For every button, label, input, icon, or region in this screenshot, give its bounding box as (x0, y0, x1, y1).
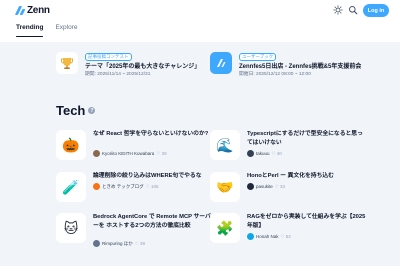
logo-text: Zenn (27, 5, 50, 16)
article-card[interactable]: 🌊 Typescriptにするだけで型安全になると思ってはいけない takuuu… (210, 130, 370, 174)
article-emoji-icon: 🎃 (56, 130, 86, 160)
article-emoji-icon: 🐱 (56, 213, 86, 243)
article-emoji-icon: 🤝 (210, 172, 240, 202)
event-card-zennfes[interactable]: ユーザーブック Zennfes5日出店 - Zennfes挑戦&5年支援前会 開… (210, 52, 362, 82)
article-meta: Rimpuring ほか ♡ 39 (93, 240, 145, 247)
zenn-logo-icon (210, 52, 232, 74)
article-card[interactable]: 🧩 RAGをゼロから実装して仕組みを学ぶ【2025年版】 Honah Nak ♡… (210, 213, 370, 257)
zenn-logo-icon (16, 6, 25, 15)
login-button[interactable]: Log in (363, 4, 389, 17)
avatar[interactable] (93, 183, 100, 190)
article-meta: ときめ テックブログ ♡ 105 (93, 183, 159, 190)
main-tabs: Trending Explore (16, 24, 78, 37)
like-count: ♡ 39 (134, 240, 146, 246)
avatar[interactable] (247, 233, 254, 240)
trophy-icon (56, 52, 78, 74)
author-name[interactable]: Honah Nak (256, 234, 279, 239)
article-emoji-icon: 🧪 (56, 172, 86, 202)
avatar[interactable] (93, 150, 100, 157)
tab-trending[interactable]: Trending (16, 24, 44, 37)
author-name[interactable]: pasukite (256, 184, 273, 189)
article-title[interactable]: HonoとPerl ー 異文化を持ち込む (247, 172, 367, 181)
author-name[interactable]: ときめ テックブログ (102, 184, 144, 190)
article-card[interactable]: 🎃 なぜ React 哲学を守らないといけないのか? Kyoriito KEII… (56, 130, 216, 174)
author-name[interactable]: Rimpuring ほか (102, 241, 133, 247)
top-header: Zenn Log in Trending Explore (0, 0, 400, 42)
event-tag: 記事投稿コンテスト (85, 53, 132, 61)
article-emoji-icon: 🧩 (210, 213, 240, 243)
section-title-tech: Tech ? (56, 103, 96, 118)
like-count: ♡ 40 (271, 150, 282, 156)
zenn-logo[interactable]: Zenn (16, 5, 50, 16)
article-emoji-icon: 🌊 (210, 130, 240, 160)
theme-toggle-icon[interactable] (333, 5, 343, 15)
article-meta: Honah Nak ♡ 53 (247, 233, 291, 240)
event-card-contest[interactable]: 記事投稿コンテスト テーマ「2025年の最も大きなチャレンジ」 期間: 2025… (56, 52, 206, 82)
like-count: ♡ 29 (156, 150, 167, 156)
tab-explore[interactable]: Explore (55, 24, 77, 37)
article-card[interactable]: 🧪 論理削除の絞り込みはWHERE句でやるな ときめ テックブログ ♡ 105 (56, 172, 216, 216)
event-tag: ユーザーブック (239, 53, 277, 61)
avatar[interactable] (247, 183, 254, 190)
article-title[interactable]: RAGをゼロから実装して仕組みを学ぶ【2025年版】 (247, 213, 367, 230)
event-title: テーマ「2025年の最も大きなチャレンジ」 (85, 64, 201, 70)
article-title[interactable]: Typescriptにするだけで型安全になると思ってはいけない (247, 130, 367, 147)
search-icon[interactable] (348, 5, 358, 15)
article-title[interactable]: なぜ React 哲学を守らないといけないのか? (93, 130, 213, 139)
event-date: 開催日: 2025/12/12 08:00 ~ 12:00 (239, 72, 311, 77)
like-count: ♡ 33 (274, 183, 286, 189)
article-meta: Kyoriito KEIITH Kuwabara ♡ 29 (93, 150, 167, 157)
avatar[interactable] (247, 150, 254, 157)
like-count: ♡ 105 (145, 183, 159, 189)
author-name[interactable]: takuuu (256, 151, 270, 156)
article-card[interactable]: 🐱 Bedrock AgentCore で Remote MCP サーバーを ホ… (56, 213, 216, 257)
article-meta: pasukite ♡ 33 (247, 183, 285, 190)
article-card[interactable]: 🤝 HonoとPerl ー 異文化を持ち込む pasukite ♡ 33 (210, 172, 370, 216)
event-title: Zennfes5日出店 - Zennfes挑戦&5年支援前会 (239, 64, 362, 70)
like-count: ♡ 53 (280, 233, 291, 239)
event-date: 期間: 2025/11/14 ~ 2025/12/31 (85, 72, 151, 77)
help-icon[interactable]: ? (88, 107, 96, 114)
section-title-text: Tech (56, 103, 86, 118)
article-title[interactable]: 論理削除の絞り込みはWHERE句でやるな (93, 172, 213, 181)
article-title[interactable]: Bedrock AgentCore で Remote MCP サーバーを ホスト… (93, 213, 213, 230)
avatar[interactable] (93, 240, 100, 247)
author-name[interactable]: Kyoriito KEIITH Kuwabara (102, 151, 154, 156)
article-meta: takuuu ♡ 40 (247, 150, 282, 157)
